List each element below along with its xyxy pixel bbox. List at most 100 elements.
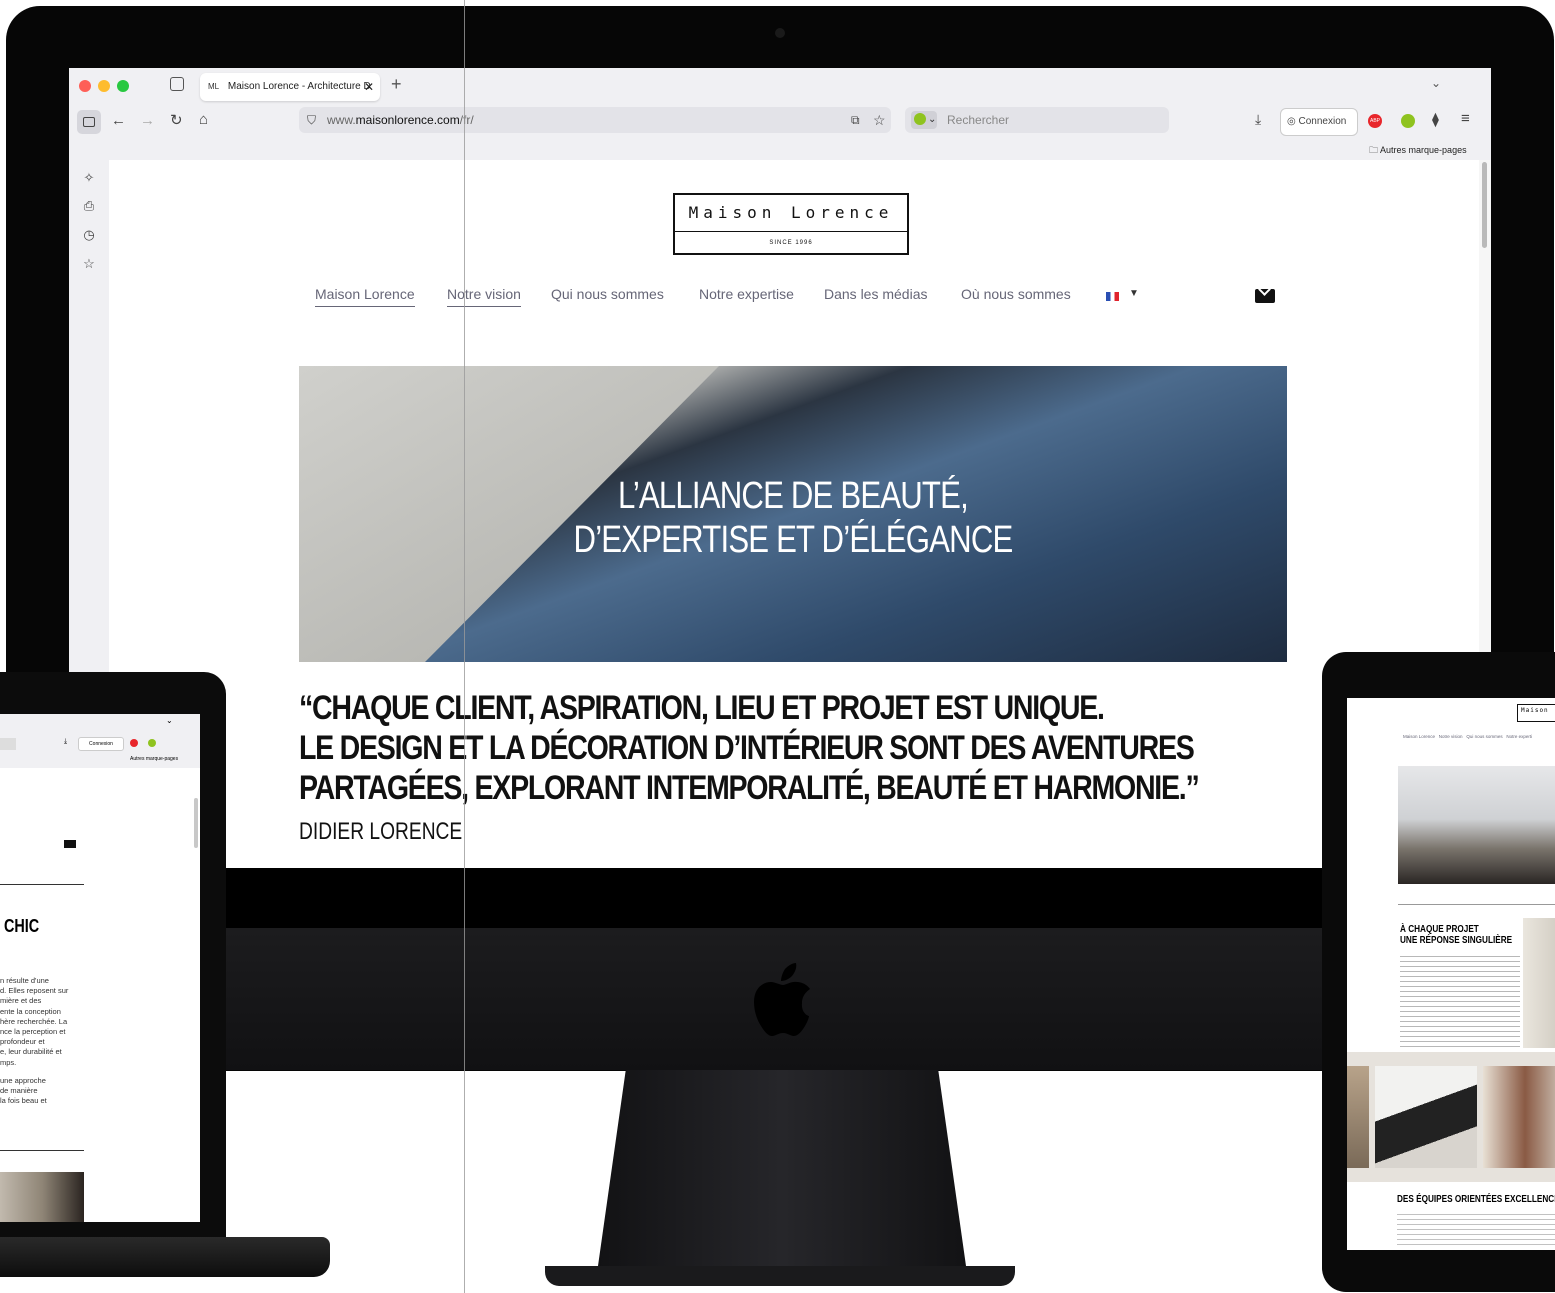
reload-icon[interactable]: ↻ (170, 111, 183, 129)
nav-notre-vision[interactable]: Notre vision (447, 286, 521, 307)
extension-icon[interactable] (1401, 114, 1415, 128)
language-dropdown-icon[interactable]: ▼ (1129, 288, 1139, 299)
minimize-window-button[interactable] (98, 80, 110, 92)
synced-tabs-icon[interactable]: ⎙ (81, 198, 97, 214)
site-logo[interactable]: Maison Lorence SINCE 1996 (673, 193, 909, 255)
nav-notre-expertise[interactable]: Notre expertise (699, 286, 794, 302)
hero-title-line2: D’EXPERTISE ET D’ÉLÉGANCE (573, 519, 1014, 561)
logo-name: Maison Lorence (688, 203, 894, 222)
imac-screen-bottom (226, 868, 1326, 930)
laptop-search-bar (0, 738, 16, 750)
folder-icon: 🗀 (1369, 145, 1379, 155)
search-engine-selector[interactable]: ⌄ (911, 111, 937, 129)
tab-groups-icon[interactable] (170, 77, 184, 91)
laptop-extension-icon (148, 739, 156, 747)
laptop-tab-list-icon: ⌄ (166, 716, 173, 725)
abp-icon[interactable]: ABP (1368, 114, 1382, 128)
laptop-divider-2 (0, 1150, 84, 1151)
quote-line1: “CHAQUE CLIENT, ASPIRATION, LIEU ET PROJ… (299, 689, 1105, 727)
download-icon[interactable]: ⤓ (1255, 111, 1261, 128)
envelope-icon[interactable] (1255, 283, 1275, 303)
laptop-abp-icon (130, 739, 138, 747)
flag-fr-icon[interactable] (1106, 292, 1119, 301)
new-tab-button[interactable]: + (391, 74, 402, 95)
laptop-divider (0, 884, 84, 885)
browser-window: ML Maison Lorence - Architecture D ✕ + ⌄… (69, 68, 1491, 868)
url-bar[interactable]: ⛉ www.maisonlorence.com/fr/ ⧉ ☆ (299, 107, 891, 133)
laptop-interior-image (0, 1172, 84, 1222)
puzzle-icon[interactable]: ⧫ (1432, 111, 1439, 128)
tab-close-icon[interactable]: ✕ (364, 73, 374, 101)
tab-bar: ML Maison Lorence - Architecture D ✕ + ⌄ (69, 68, 1491, 104)
tablet-logo: Maison (1517, 704, 1555, 722)
tablet-side-image (1523, 918, 1555, 1048)
tablet-heading: À CHAQUE PROJET UNE RÉPONSE SINGULIÈRE (1400, 924, 1513, 946)
search-bar[interactable]: ⌄ Rechercher (905, 107, 1169, 133)
url-domain: maisonlorence.com (355, 113, 460, 127)
url-path: /fr/ (459, 113, 474, 127)
quote-line2: LE DESIGN ET LA DÉCORATION D’INTÉRIEUR S… (299, 729, 1195, 767)
nav-maison-lorence[interactable]: Maison Lorence (315, 286, 415, 307)
star-icon[interactable]: ☆ (873, 107, 886, 133)
laptop-download-icon: ⤓ (64, 738, 68, 745)
laptop-heading: CHIC (4, 916, 40, 936)
laptop-browser-chrome: ⌄ ⤓ Connexion Autres marque-pages (0, 714, 200, 768)
nav-ou-nous-sommes[interactable]: Où nous sommes (961, 286, 1071, 302)
hero-title: L’ALLIANCE DE BEAUTÉ, D’EXPERTISE ET D’É… (388, 474, 1198, 562)
back-icon[interactable]: ← (111, 112, 126, 129)
quote-line3: PARTAGÉES, EXPLORANT INTEMPORALITÉ, BEAU… (299, 769, 1200, 807)
close-window-button[interactable] (79, 80, 91, 92)
connexion-label: Connexion (1298, 116, 1347, 127)
zoom-window-button[interactable] (117, 80, 129, 92)
guide-line (464, 0, 465, 1293)
laptop-screen: ⌄ ⤓ Connexion Autres marque-pages CHIC n… (0, 714, 200, 1222)
other-bookmarks[interactable]: 🗀 Autres marque-pages (1369, 143, 1467, 159)
laptop-connexion-button: Connexion (78, 737, 124, 751)
translate-icon[interactable]: ⧉ (851, 107, 860, 133)
url-prefix: www. (327, 113, 356, 127)
tablet-heading-2: DES ÉQUIPES ORIENTÉES EXCELLENCE (1397, 1194, 1555, 1205)
tab-list-icon[interactable]: ⌄ (1431, 76, 1441, 90)
laptop-base (0, 1237, 330, 1277)
chevron-down-icon: ⌄ (928, 114, 937, 125)
ai-sparkle-icon[interactable]: ✧ (81, 170, 97, 186)
account-icon: ◎ (1287, 116, 1296, 127)
tablet-body-text (1400, 956, 1520, 1048)
tablet-gallery (1347, 1052, 1555, 1182)
tablet-nav: Maison Lorence Notre vision Qui nous som… (1403, 734, 1533, 739)
connexion-button[interactable]: ◎ Connexion (1280, 108, 1358, 136)
scroll-thumb[interactable] (1482, 162, 1487, 248)
quote: “CHAQUE CLIENT, ASPIRATION, LIEU ET PROJ… (299, 688, 1200, 808)
laptop-paragraph-1: n résulte d'une d. Elles reposent sur mièr… (0, 976, 69, 1067)
bookmarks-icon[interactable]: ☆ (81, 256, 97, 272)
imac-stand (596, 1070, 968, 1280)
home-icon[interactable]: ⌂ (199, 111, 208, 128)
laptop-envelope-icon (64, 840, 76, 848)
forward-icon[interactable]: → (140, 112, 155, 129)
bookmarks-label: Autres marque-pages (1380, 145, 1467, 155)
apple-logo-icon (754, 963, 810, 1036)
history-icon[interactable]: ◷ (81, 227, 97, 243)
tablet-divider (1398, 904, 1555, 905)
imac-foot (545, 1266, 1015, 1286)
quote-author: DIDIER LORENCE (299, 818, 463, 845)
nav-dans-les-medias[interactable]: Dans les médias (824, 286, 928, 302)
laptop-scroll-thumb (194, 798, 198, 848)
camera (775, 28, 785, 38)
bookmarks-bar: 🗀 Autres marque-pages (69, 140, 1491, 160)
tablet-staircase-image (1375, 1066, 1477, 1168)
menu-icon[interactable]: ≡ (1461, 110, 1470, 127)
nav-qui-nous-sommes[interactable]: Qui nous sommes (551, 286, 664, 302)
web-page: Maison Lorence SINCE 1996 Maison Lorence… (109, 160, 1479, 868)
logo-since: SINCE 1996 (769, 240, 813, 246)
logo-divider (675, 231, 907, 232)
laptop-paragraph-2: une approche de manière la fois beau et (0, 1076, 47, 1106)
tablet-body-text-2 (1397, 1214, 1555, 1248)
laptop-bookmarks-label: Autres marque-pages (130, 756, 179, 762)
tablet-door-image (1483, 1066, 1555, 1168)
tab-favicon: ML (208, 82, 220, 91)
tab-maison-lorence[interactable]: ML Maison Lorence - Architecture D ✕ (200, 73, 380, 101)
sidebar-toggle-icon[interactable] (77, 110, 101, 134)
hero-title-line1: L’ALLIANCE DE BEAUTÉ, (618, 475, 969, 517)
hero-banner: L’ALLIANCE DE BEAUTÉ, D’EXPERTISE ET D’É… (299, 366, 1287, 662)
